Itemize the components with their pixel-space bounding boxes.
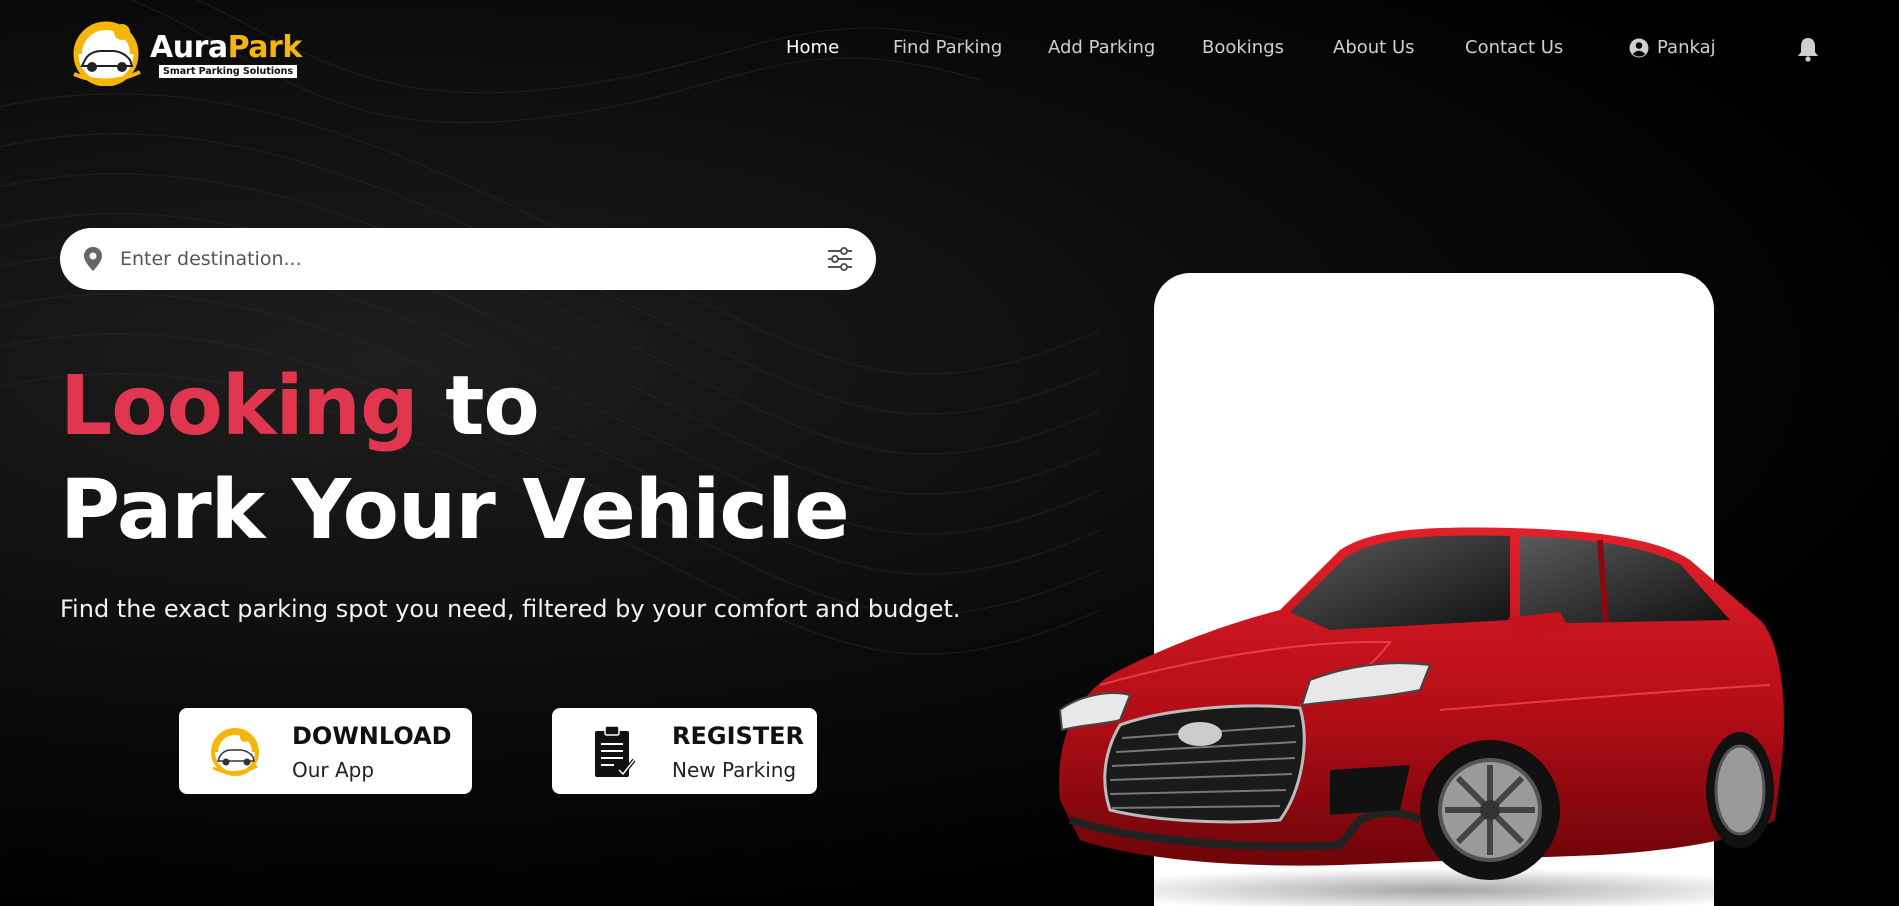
nav-add-parking[interactable]: Add Parking (1048, 37, 1155, 58)
filter-sliders-icon[interactable] (826, 246, 854, 272)
top-navbar: AuraPark Smart Parking Solutions Home Fi… (0, 0, 1899, 100)
register-title: REGISTER (672, 722, 805, 750)
download-app-button[interactable]: DOWNLOAD Our App (179, 708, 472, 794)
brand-tagline: Smart Parking Solutions (158, 64, 299, 79)
bell-icon[interactable] (1796, 36, 1820, 62)
hero-subtitle: Find the exact parking spot you need, fi… (60, 595, 961, 623)
nav-home[interactable]: Home (786, 37, 839, 58)
user-circle-icon (1629, 38, 1649, 57)
map-pin-icon (84, 247, 102, 271)
register-parking-button[interactable]: REGISTER New Parking (552, 708, 817, 794)
clipboard-check-icon (595, 725, 636, 778)
main-nav: Home Find Parking Add Parking Bookings A… (0, 37, 1899, 63)
nav-contact-us[interactable]: Contact Us (1465, 37, 1563, 58)
headline-accent-word: Looking (60, 359, 419, 454)
download-subtitle: Our App (292, 758, 375, 782)
nav-about-us[interactable]: About Us (1333, 37, 1415, 58)
user-menu[interactable]: Pankaj (1629, 37, 1716, 58)
app-logo-icon (211, 728, 259, 776)
red-sedan-image (1058, 527, 1800, 906)
destination-input[interactable] (120, 240, 800, 278)
user-name: Pankaj (1657, 37, 1716, 58)
hero-headline: Looking to Park Your Vehicle (60, 355, 960, 563)
destination-search-bar (60, 228, 876, 290)
headline-rest: to (445, 359, 540, 454)
nav-bookings[interactable]: Bookings (1202, 37, 1284, 58)
register-subtitle: New Parking (672, 758, 797, 782)
hero-headline-line2: Park Your Vehicle (60, 463, 850, 558)
nav-find-parking[interactable]: Find Parking (893, 37, 1002, 58)
download-title: DOWNLOAD (292, 722, 452, 750)
hero-headline-line1: Looking to (60, 355, 960, 459)
